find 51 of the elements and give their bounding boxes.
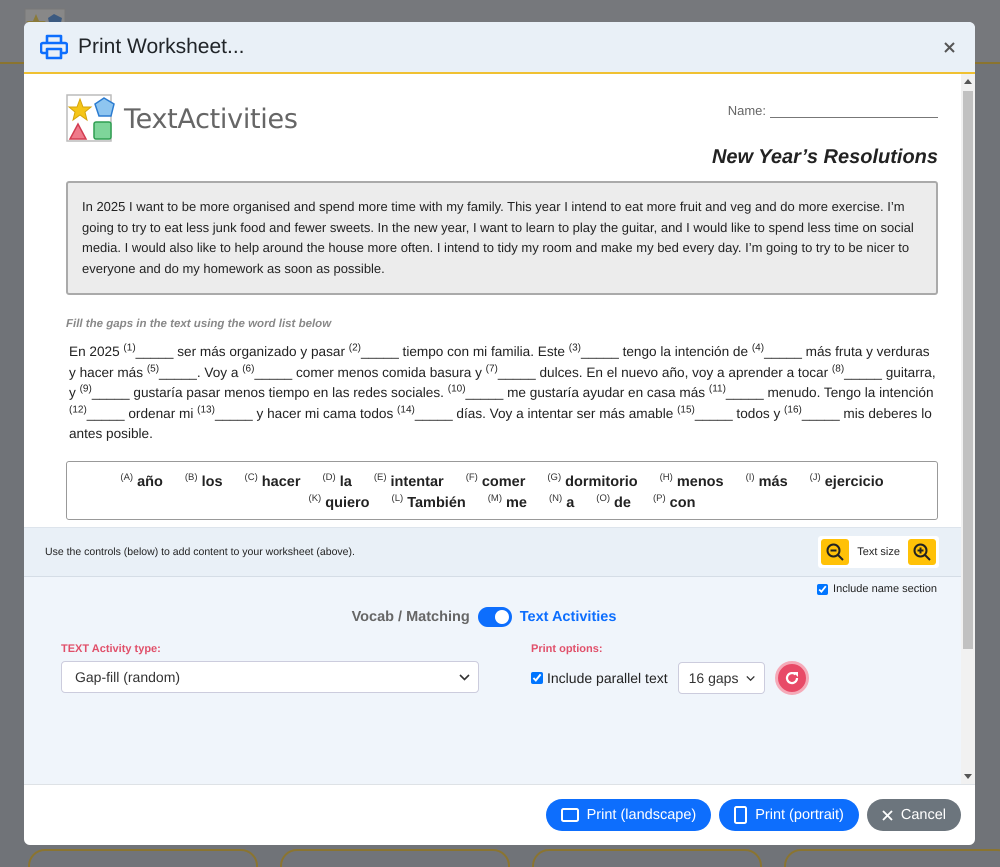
word-list-item: $^{(I)}$ más [746,472,788,490]
word-list-item: $^{(E)}$ intentar [374,472,444,490]
parallel-text-checkbox[interactable] [531,672,543,684]
portrait-page-icon [734,806,748,824]
word-list-item: $^{(M)}$ me [488,493,527,512]
include-name-label: Include name section [833,583,937,595]
word-list-item: $^{(A)}$ año [120,472,163,490]
word-list-item: $^{(H)}$ menos [660,472,724,490]
word-list-item: $^{(K)}$ quiero [308,493,370,512]
printer-icon [40,34,68,60]
activity-type-select[interactable]: Gap-fill (random) [61,661,479,693]
hint-text: Use the controls (below) to add content to your worksheet (above). [45,546,355,558]
text-size-label: Text size [857,546,900,558]
parallel-text-label: Include parallel text [547,670,668,686]
refresh-icon [784,670,800,686]
text-activities-label: Text Activities [520,609,616,625]
word-list-item: $^{(N)}$ a [549,493,574,512]
shapes-logo-icon [66,94,118,144]
landscape-page-icon [560,808,579,822]
word-list-item: $^{(O)}$ de [596,493,631,512]
dialog-title: Print Worksheet... [78,35,245,59]
chevron-down-icon [459,674,470,680]
activity-type-label: TEXT Activity type: [61,643,162,655]
chevron-down-icon [746,674,756,682]
passage-text: In 2025 I want to be more organised and spend more time with my family. This year I intend to eat more fruit and veg and do more exercise. I’m going to try to eat less junk food and fewer sweets. In the new year, I want to learn to play the guitar, and I would like to spend less time on social media. I would also like to help around the house more often. I intend to tidy my room and make my bed every day. I’m going to try to be nicer to everyone and do my homework as soon as possible. [66,181,938,295]
close-icon [882,810,893,820]
word-list-item: $^{(L)}$ También [392,493,466,512]
mode-switch[interactable] [478,607,512,627]
instruction-text: Fill the gaps in the text using the word list below [66,318,333,330]
print-landscape-button[interactable]: Print (landscape) [546,799,712,831]
gap-fill-text: En 2025 $^{(1)}$_____ ser más organizado y pasar $^{(2)}$_____ tiempo con mi familia. Este $^{(3)}$_____ tengo la intención de $^{(4)}$_____ más fruta y verduras y hacer más $^{(5)}$_____. Voy a $^{(6)}$_____ comer menos comida basura y $^{(7)}$_____ dulces. En el nuevo año, voy a aprender a tocar $^{(8)}$_____ guitarra, y $^{(9)}$_____ gustaría pasar menos tiempo en las redes sociales. $^{(10)}$_____ me gustaría ayudar en casa más $^{(11)}$_____ menudo. Tengo la intención $^{(12)}$_____ ordenar mi $^{(13)}$_____ y hacer mi cama todos $^{(14)}$_____ días. Voy a intentar ser más amable $^{(15)}$_____ todos y $^{(16)}$_____ mis deberes lo antes posible. [68,342,937,443]
vocab-matching-label: Vocab / Matching [352,609,470,625]
gaps-select[interactable]: 16 gaps [678,662,765,694]
word-list-item: $^{(F)}$ comer [466,472,526,490]
include-name-checkbox[interactable] [817,584,828,594]
zoom-in-button[interactable] [908,539,936,565]
print-portrait-button[interactable]: Print (portrait) [719,799,859,831]
print-options-label: Print options: [531,643,604,655]
scrollbar[interactable] [961,74,975,784]
word-list-item: $^{(G)}$ dormitorio [547,472,638,490]
refresh-button[interactable] [774,661,809,695]
zoom-out-button[interactable] [821,539,850,565]
brand-name: TextActivities [124,104,298,134]
name-label: Name: [728,103,766,118]
word-list-item: $^{(B)}$ los [184,472,223,490]
word-list-item: $^{(P)}$ con [652,493,696,512]
worksheet-title: New Year’s Resolutions [710,146,938,169]
word-list-item: $^{(C)}$ hacer [244,472,300,490]
word-list-item: $^{(D)}$ la [322,472,352,490]
cancel-button[interactable]: Cancel [866,799,961,831]
word-list-item: $^{(J)}$ ejercicio [810,472,884,490]
